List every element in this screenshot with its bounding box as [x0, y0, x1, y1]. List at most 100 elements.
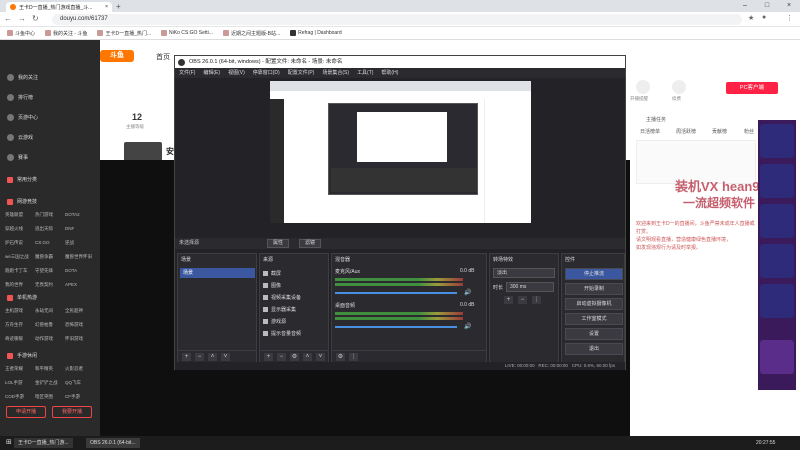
category-link[interactable]: 和平精英: [35, 366, 65, 372]
bookmark-item[interactable]: NiKo CS:GO Setti...: [158, 30, 216, 36]
category-link[interactable]: we三国之战: [5, 254, 35, 260]
tab-weekly[interactable]: 周活跃榜: [676, 128, 696, 135]
source-item[interactable]: 视频采集设备: [263, 292, 331, 302]
category-link[interactable]: DNF: [65, 226, 95, 232]
studio-mode-button[interactable]: 工作室模式: [565, 313, 623, 325]
category-link[interactable]: 魔兽世界怀旧: [65, 254, 95, 260]
category-link[interactable]: 方舟生存: [5, 322, 35, 328]
taskbar-item-browser[interactable]: 王卡D一直播_热门游...: [14, 438, 73, 448]
gear-icon[interactable]: ⚙: [336, 352, 345, 361]
category-link[interactable]: LOL手游: [5, 380, 35, 386]
category-link[interactable]: 幻兽帕鲁: [35, 322, 65, 328]
gear-icon[interactable]: ⚙: [290, 352, 299, 361]
bookmark-item[interactable]: 斗鱼中心: [4, 30, 38, 37]
bookmark-item[interactable]: 我的关注 - 斗鱼: [42, 30, 90, 37]
volume-slider[interactable]: [335, 292, 457, 294]
virtual-camera-button[interactable]: 启动虚拟摄像机: [565, 298, 623, 310]
minimize-icon[interactable]: –: [734, 0, 756, 12]
forward-icon[interactable]: →: [18, 14, 26, 23]
category-link[interactable]: COD手游: [5, 394, 35, 400]
category-link[interactable]: 炉石传说: [5, 240, 35, 246]
reload-icon[interactable]: ↻: [32, 14, 39, 23]
scene-item[interactable]: 场景: [180, 268, 255, 278]
activity-card[interactable]: [760, 340, 794, 374]
speaker-icon[interactable]: 🔊: [464, 323, 471, 330]
nav-item-follow[interactable]: 我的关注: [7, 74, 38, 81]
obs-menu-tools[interactable]: 工具(T): [357, 68, 373, 78]
category-link[interactable]: 金铲铲之战: [35, 380, 65, 386]
category-link[interactable]: 热门游戏: [35, 212, 65, 218]
category-link[interactable]: 穿越火线: [5, 226, 35, 232]
tab-contribution[interactable]: 贡献榜: [712, 128, 727, 135]
activity-card[interactable]: [760, 244, 794, 278]
add-icon[interactable]: +: [264, 352, 273, 361]
apply-stream-button[interactable]: 申请开播: [6, 406, 46, 418]
source-item[interactable]: 截屏: [263, 268, 331, 278]
activity-card[interactable]: [760, 284, 794, 318]
stop-stream-button[interactable]: 停止推流: [565, 268, 623, 280]
start-stream-button[interactable]: 我要开播: [52, 406, 92, 418]
more-icon[interactable]: ⋮: [349, 352, 358, 361]
taskbar-item-obs[interactable]: OBS 26.0.1 (64-bit...: [86, 438, 140, 448]
obs-menu-file[interactable]: 文件(F): [179, 68, 195, 78]
filters-button[interactable]: 滤镜: [299, 239, 322, 248]
topnav-home[interactable]: 首页: [156, 52, 170, 62]
new-tab-icon[interactable]: +: [116, 2, 121, 11]
category-link[interactable]: QQ飞车: [65, 380, 95, 386]
close-icon[interactable]: ×: [778, 0, 800, 12]
obs-preview[interactable]: [270, 81, 531, 223]
up-icon[interactable]: ˄: [303, 352, 312, 361]
nav-item-rank[interactable]: 排行榜: [7, 94, 33, 101]
obs-menu-scenes[interactable]: 场景集合(S): [322, 68, 349, 78]
transition-select[interactable]: 淡出: [493, 268, 555, 278]
tab-close-icon[interactable]: ×: [105, 4, 108, 10]
category-link[interactable]: 全民超神: [65, 308, 95, 314]
bookmark-item[interactable]: Refrag | Dashboard: [287, 30, 345, 36]
category-link[interactable]: CS:GO: [35, 240, 65, 246]
more-icon[interactable]: ⋮: [532, 296, 541, 304]
start-record-button[interactable]: 开始录制: [565, 283, 623, 295]
category-link[interactable]: 守望先锋: [35, 268, 65, 274]
nav-item-webgame[interactable]: 页游中心: [7, 114, 38, 121]
category-link[interactable]: 无畏契约: [35, 282, 65, 288]
tab-fans[interactable]: 粉丝: [744, 128, 754, 135]
category-link[interactable]: 英雄联盟: [5, 212, 35, 218]
profile-icon[interactable]: ●: [762, 14, 766, 21]
star-icon[interactable]: ★: [748, 14, 754, 22]
maximize-icon[interactable]: □: [756, 0, 778, 12]
nav-section-common[interactable]: 常用分类: [7, 176, 37, 183]
category-link[interactable]: DOTA2: [65, 212, 95, 218]
category-link[interactable]: 王者荣耀: [5, 366, 35, 372]
nav-item-esports[interactable]: 赛事: [7, 154, 28, 161]
down-icon[interactable]: ˅: [316, 352, 325, 361]
category-link[interactable]: 暗区突围: [35, 394, 65, 400]
obs-menu-profile[interactable]: 配置文件(P): [288, 68, 315, 78]
speaker-icon[interactable]: 🔊: [464, 289, 471, 296]
menu-dots-icon[interactable]: ⋮: [786, 14, 793, 22]
category-link[interactable]: 奇迹暖暖: [5, 336, 35, 342]
category-link[interactable]: 主机游戏: [5, 308, 35, 314]
tab-daily[interactable]: 日活榜单: [640, 128, 660, 135]
renew-icon[interactable]: [672, 80, 686, 94]
nav-section-online[interactable]: 网游竞技: [7, 198, 37, 205]
douyu-logo[interactable]: 斗鱼: [100, 50, 134, 62]
category-link[interactable]: 我的世界: [5, 282, 35, 288]
category-link[interactable]: 逃出天际: [35, 226, 65, 232]
source-item[interactable]: 图像: [263, 280, 331, 290]
bookmark-item[interactable]: 近期之间主题版-B站...: [220, 30, 283, 37]
bell-icon[interactable]: [636, 80, 650, 94]
activity-card[interactable]: [760, 164, 794, 198]
properties-button[interactable]: 属性: [267, 239, 290, 248]
back-icon[interactable]: ←: [4, 14, 12, 23]
obs-menu-docks[interactable]: 停靠窗口(D): [253, 68, 280, 78]
remove-icon[interactable]: −: [518, 296, 527, 304]
category-link[interactable]: 恐怖游戏: [65, 322, 95, 328]
pc-client-button[interactable]: PC客户端: [726, 82, 778, 94]
down-icon[interactable]: ˅: [221, 352, 230, 361]
source-item[interactable]: 提示音量音频: [263, 328, 331, 338]
category-link[interactable]: DOTA: [65, 268, 95, 274]
source-item[interactable]: 显示器采集: [263, 304, 331, 314]
remove-icon[interactable]: −: [195, 352, 204, 361]
nav-item-cloudgame[interactable]: 云游戏: [7, 134, 33, 141]
exit-button[interactable]: 退出: [565, 343, 623, 355]
